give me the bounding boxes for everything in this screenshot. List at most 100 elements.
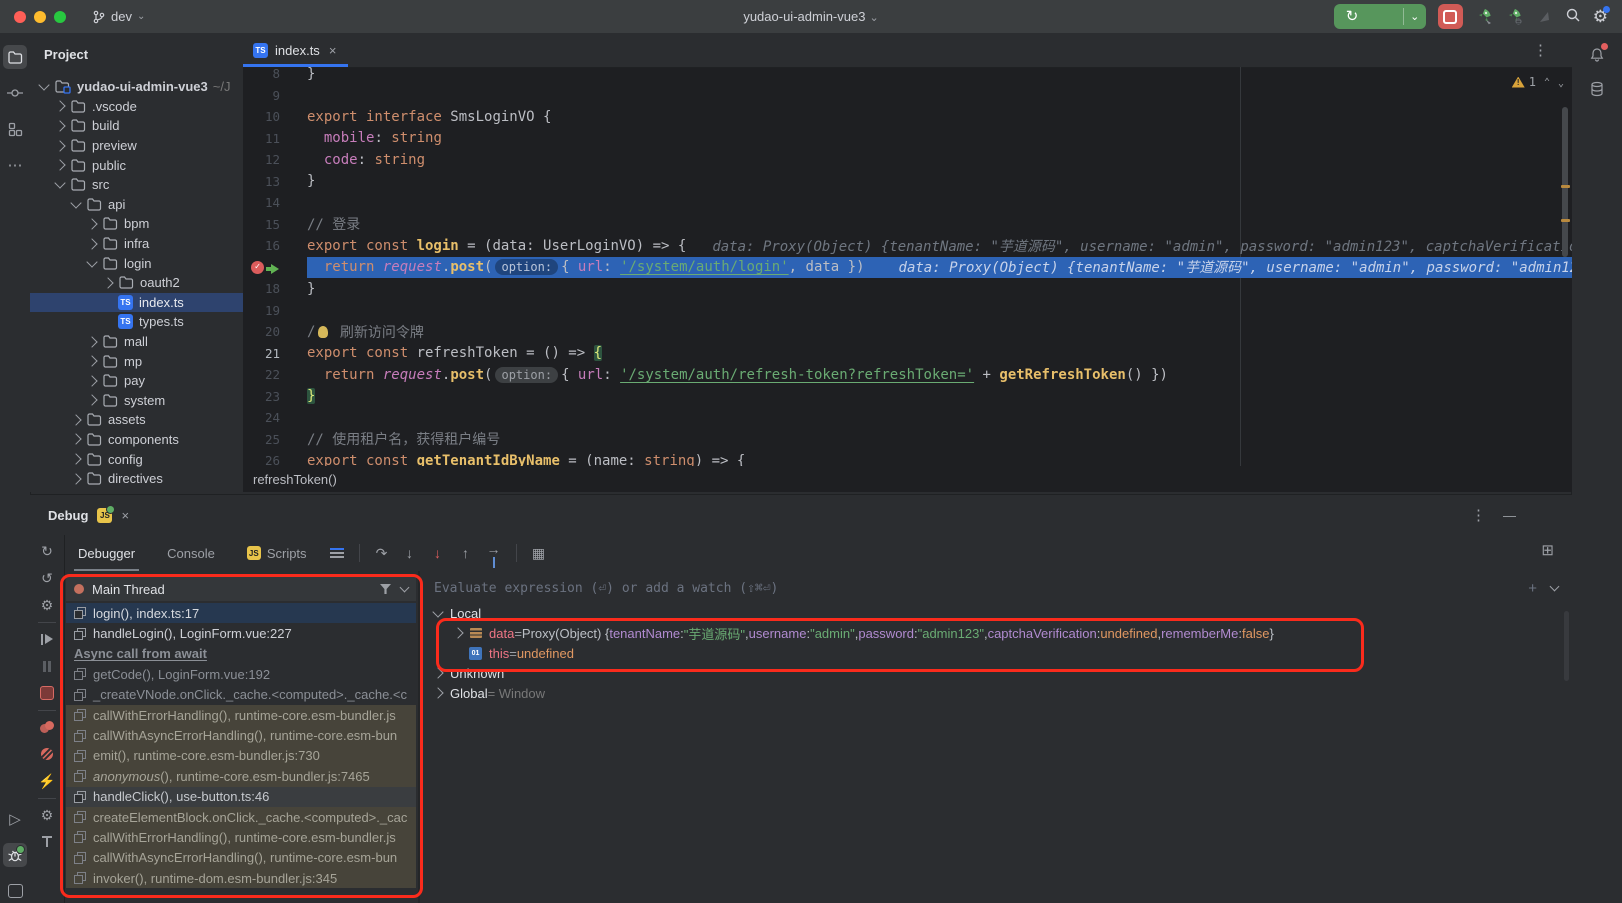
tree-chevron-icon[interactable] (38, 80, 49, 91)
evaluate-expression-input[interactable]: Evaluate expression (⏎) or add a watch (… (420, 575, 1572, 601)
code-line-14[interactable]: 14 (243, 192, 1572, 214)
stop-button[interactable] (1438, 4, 1463, 29)
stack-frame[interactable]: getCode(), LoginForm.vue:192 (66, 664, 416, 684)
tree-chevron-icon[interactable] (86, 375, 97, 386)
view-options-grid-icon[interactable]: ▦ (527, 541, 551, 565)
rerun-run-button[interactable]: ↻ ⌄ (1334, 4, 1426, 29)
editor-scrollbar[interactable] (1562, 107, 1568, 257)
gutter-line-23[interactable]: 23 (243, 386, 307, 408)
code-editor[interactable]: 8}910export interface SmsLoginVO {11 mob… (243, 67, 1572, 466)
debug-tool-button[interactable] (3, 843, 27, 867)
prev-warning-icon[interactable]: ⌃ (1544, 77, 1550, 88)
git-branch-widget[interactable]: dev ⌄ (92, 9, 145, 24)
filter-frames-icon[interactable] (380, 584, 391, 594)
notifications-bell-icon[interactable] (1585, 43, 1609, 67)
terminal-tool-button[interactable] (3, 879, 27, 903)
tree-chevron-icon[interactable] (70, 414, 81, 425)
watches-chevron-icon[interactable] (1550, 582, 1560, 592)
code-line-23[interactable]: 23} (243, 386, 1572, 408)
gutter-line-9[interactable]: 9 (243, 85, 307, 107)
tree-item-yudao-ui-admin-vue3[interactable]: yudao-ui-admin-vue3~/J (30, 77, 243, 97)
gutter-line-16[interactable]: 16 (243, 235, 307, 257)
tree-chevron-icon[interactable] (70, 197, 81, 208)
step-out-icon[interactable]: ↑ (454, 541, 478, 565)
stack-frame[interactable]: createElementBlock.onClick._cache.<compu… (66, 807, 416, 827)
run-tool-button[interactable]: ▷ (3, 807, 27, 831)
thread-selector[interactable]: Main Thread (66, 577, 416, 601)
close-window-button[interactable] (14, 11, 26, 23)
tree-item-mp[interactable]: mp (30, 351, 243, 371)
variables-chevron-icon[interactable] (432, 606, 443, 617)
next-warning-icon[interactable]: ⌃ (1558, 77, 1564, 88)
gutter-line-14[interactable]: 14 (243, 192, 307, 214)
tree-item-src[interactable]: src (30, 175, 243, 195)
gutter-line-26[interactable]: 26 (243, 450, 307, 466)
stack-frame[interactable]: callWithErrorHandling(), runtime-core.es… (66, 827, 416, 847)
more-tools-button[interactable]: ⋯ (3, 153, 27, 177)
tab-console[interactable]: Console (153, 535, 229, 571)
code-line-24[interactable]: 24 (243, 407, 1572, 429)
code-line-18[interactable]: 18} (243, 278, 1572, 300)
tab-debugger[interactable]: Debugger (64, 535, 149, 571)
add-watch-icon[interactable]: + (1528, 580, 1537, 597)
gutter-line-21[interactable]: 21 (243, 343, 307, 365)
search-everywhere-icon[interactable] (1565, 7, 1581, 26)
stack-frame[interactable]: handleClick(), use-button.ts:46 (66, 787, 416, 807)
hide-panel-icon[interactable]: — (1503, 508, 1516, 523)
code-line-13[interactable]: 13} (243, 171, 1572, 193)
variables-group-local[interactable]: Local (420, 603, 1572, 623)
debug-rocket-icon[interactable] (1505, 8, 1523, 26)
tree-item-mall[interactable]: mall (30, 332, 243, 352)
gutter-line-12[interactable]: 12 (243, 149, 307, 171)
tree-chevron-icon[interactable] (86, 336, 97, 347)
restore-layout-icon[interactable]: ⊞ (1541, 541, 1554, 559)
stack-frame[interactable]: _createVNode.onClick._cache.<computed>._… (66, 685, 416, 705)
thread-chevron-icon[interactable] (400, 583, 410, 593)
tree-item-assets[interactable]: assets (30, 410, 243, 430)
tree-item--vscode[interactable]: .vscode (30, 97, 243, 117)
code-line-15[interactable]: 15// 登录 (243, 214, 1572, 236)
variables-chevron-icon[interactable] (432, 667, 443, 678)
gutter-line-19[interactable]: 19 (243, 300, 307, 322)
tree-chevron-icon[interactable] (70, 473, 81, 484)
code-line-10[interactable]: 10export interface SmsLoginVO { (243, 106, 1572, 128)
gutter-line-20[interactable]: 20 (243, 321, 307, 343)
gutter-line-18[interactable]: 18 (243, 278, 307, 300)
debug-options-kebab-icon[interactable]: ⋮ (1471, 506, 1486, 524)
variables-group-unknown[interactable]: Unknown (420, 663, 1572, 683)
gutter-line-25[interactable]: 25 (243, 429, 307, 451)
code-line-12[interactable]: 12 code: string (243, 149, 1572, 171)
tab-scripts[interactable]: JS Scripts (233, 535, 321, 571)
tree-item-public[interactable]: public (30, 155, 243, 175)
gutter-line-13[interactable]: 13 (243, 171, 307, 193)
step-over-icon[interactable]: ↷ (370, 541, 394, 565)
tree-chevron-icon[interactable] (86, 218, 97, 229)
code-line-9[interactable]: 9 (243, 85, 1572, 107)
tree-chevron-icon[interactable] (54, 160, 65, 171)
rerun-debug-icon[interactable]: ↻ (36, 540, 58, 562)
js-session-icon[interactable]: JS (97, 508, 112, 523)
run-to-cursor-icon[interactable]: → (482, 541, 506, 565)
database-tool-button[interactable] (1585, 77, 1609, 101)
tree-chevron-icon[interactable] (54, 140, 65, 151)
tree-item-system[interactable]: system (30, 391, 243, 411)
stack-frame[interactable]: handleLogin(), LoginForm.vue:227 (66, 623, 416, 643)
tree-item-components[interactable]: components (30, 430, 243, 450)
gutter-line-17[interactable]: ✓ (243, 257, 307, 279)
stack-frame[interactable]: invoker(), runtime-dom.esm-bundler.js:34… (66, 868, 416, 888)
tree-chevron-icon[interactable] (86, 238, 97, 249)
stack-frame[interactable]: emit(), runtime-core.esm-bundler.js:730 (66, 746, 416, 766)
code-line-20[interactable]: 20/ 刷新访问令牌 (243, 321, 1572, 343)
gutter-line-15[interactable]: 15 (243, 214, 307, 236)
tree-item-oauth2[interactable]: oauth2 (30, 273, 243, 293)
breakpoint-icon[interactable]: ✓ (251, 261, 264, 274)
tree-item-config[interactable]: config (30, 449, 243, 469)
gutter-line-11[interactable]: 11 (243, 128, 307, 150)
run-rocket-icon[interactable] (1475, 8, 1493, 26)
variables-chevron-icon[interactable] (432, 687, 443, 698)
stack-frame[interactable]: login(), index.ts:17 (66, 603, 416, 623)
tree-chevron-icon[interactable] (70, 434, 81, 445)
gutter-line-10[interactable]: 10 (243, 106, 307, 128)
code-line-8[interactable]: 8} (243, 67, 1572, 85)
tree-item-bpm[interactable]: bpm (30, 214, 243, 234)
